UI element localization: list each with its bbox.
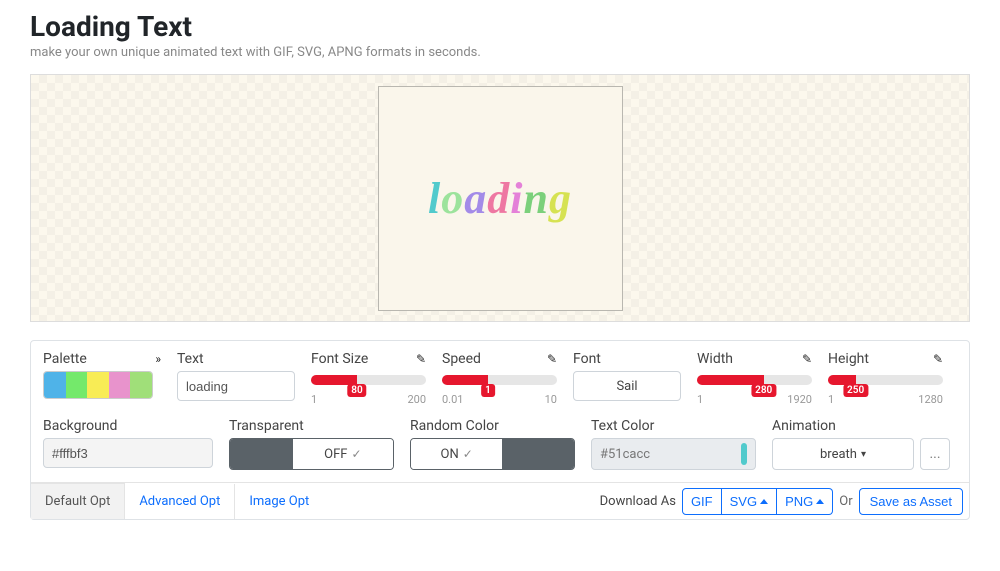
background-input[interactable] [43,438,213,468]
height-min: 1 [828,393,834,406]
fontsize-value: 80 [347,384,366,397]
transparent-toggle[interactable]: OFF ✓ [229,438,394,470]
preview-letter: o [441,174,464,223]
fontsize-label: Font Size [311,351,368,367]
download-svg-button[interactable]: SVG [722,488,777,515]
width-max: 1920 [787,393,812,406]
text-label: Text [177,351,204,367]
animation-label: Animation [772,418,836,434]
caret-up-icon [816,499,824,504]
font-select[interactable]: Sail [573,371,681,401]
animation-select[interactable]: breath ▾ [772,438,914,470]
palette-swatch[interactable] [109,372,131,398]
preview-letter: a [464,174,487,223]
speed-label: Speed [442,351,481,367]
pencil-icon[interactable]: ✎ [547,352,557,366]
check-icon: ✓ [351,447,361,461]
palette-swatch[interactable] [87,372,109,398]
page-title: Loading Text [30,10,970,43]
palette-swatch[interactable] [130,372,152,398]
height-value: 250 [843,384,868,397]
textcolor-value: #51cacc [600,447,650,462]
fontsize-min: 1 [311,393,317,406]
preview-canvas: loading [378,86,623,311]
animation-value: breath [820,447,857,462]
pencil-icon[interactable]: ✎ [802,352,812,366]
height-slider[interactable]: 250 1 1280 [828,371,943,406]
height-max: 1280 [918,393,943,406]
tab-advanced-opt[interactable]: Advanced Opt [125,484,235,519]
tab-image-opt[interactable]: Image Opt [235,484,323,519]
height-label: Height [828,351,869,367]
download-png-button[interactable]: PNG [777,488,833,515]
randomcolor-toggle[interactable]: ON ✓ [410,438,575,470]
textcolor-chip [741,443,747,465]
textcolor-label: Text Color [591,418,654,434]
randomcolor-label: Random Color [410,418,499,434]
animation-more-button[interactable]: ... [920,438,950,470]
fontsize-slider[interactable]: 80 1 200 [311,371,426,406]
palette-swatches[interactable] [43,371,153,399]
fontsize-max: 200 [407,393,426,406]
background-label: Background [43,418,117,434]
pencil-icon[interactable]: ✎ [933,352,943,366]
palette-label: Palette [43,351,87,367]
font-label: Font [573,351,601,367]
preview-area: loading [30,74,970,322]
preview-text: loading [428,173,572,224]
page-subtitle: make your own unique animated text with … [30,45,970,60]
tab-default-opt[interactable]: Default Opt [31,483,125,519]
palette-swatch[interactable] [44,372,66,398]
or-label: Or [839,494,852,509]
preview-letter: l [428,174,441,223]
width-label: Width [697,351,733,367]
preview-letter: i [510,174,523,223]
preview-letter: g [549,174,572,223]
check-icon: ✓ [463,447,473,461]
save-as-asset-button[interactable]: Save as Asset [859,488,963,515]
preview-letter: d [487,174,510,223]
text-input[interactable] [177,371,295,401]
width-min: 1 [697,393,703,406]
caret-up-icon [760,499,768,504]
download-gif-button[interactable]: GIF [682,488,722,515]
transparent-label: Transparent [229,418,304,434]
textcolor-input[interactable]: #51cacc [591,438,756,470]
speed-value: 1 [481,384,495,397]
palette-swatch[interactable] [66,372,88,398]
preview-letter: n [523,174,548,223]
controls-panel: Palette » Text [30,340,970,520]
transparent-value: OFF [324,447,347,462]
palette-expand-icon[interactable]: » [155,352,161,366]
speed-min: 0.01 [442,393,463,406]
speed-max: 10 [545,393,557,406]
randomcolor-value: ON [441,447,459,462]
width-slider[interactable]: 280 1 1920 [697,371,812,406]
pencil-icon[interactable]: ✎ [416,352,426,366]
width-value: 280 [751,384,776,397]
speed-slider[interactable]: 1 0.01 10 [442,371,557,406]
caret-down-icon: ▾ [861,449,866,460]
download-as-label: Download As [600,494,676,509]
